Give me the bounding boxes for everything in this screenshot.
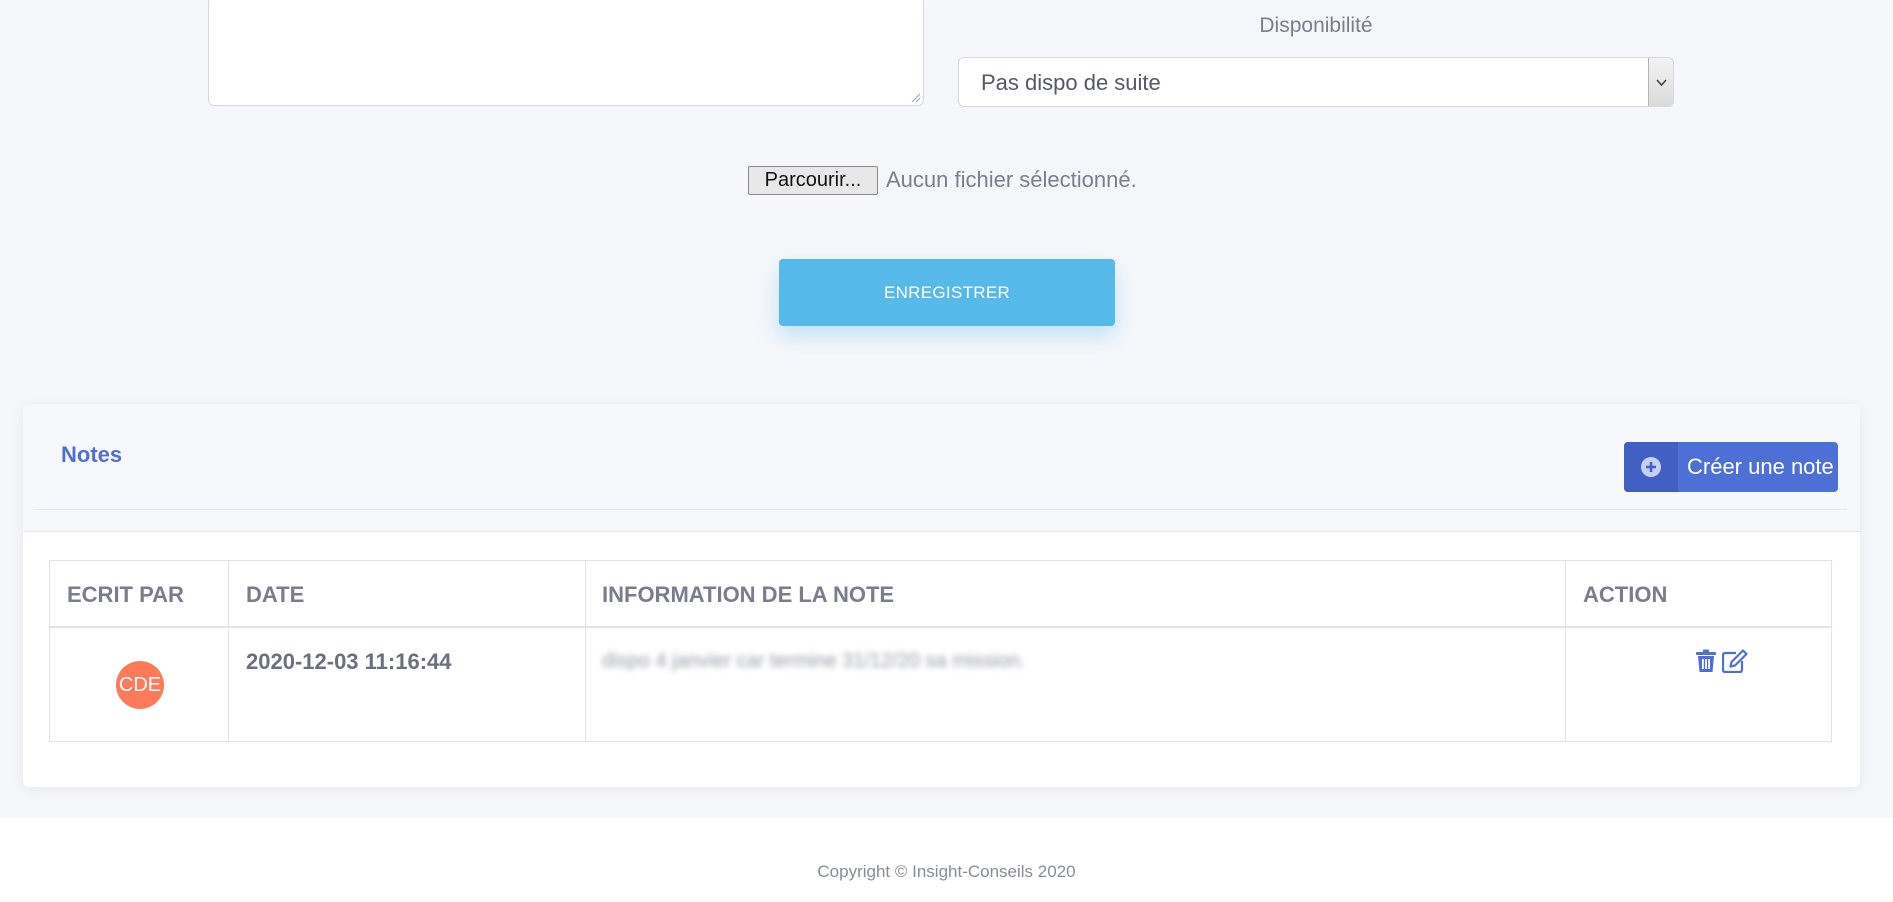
column-divider xyxy=(1565,561,1566,741)
availability-label: Disponibilité xyxy=(1259,14,1373,37)
notes-card: Notes Créer une note ECRIT PAR DATE INFO… xyxy=(23,404,1860,787)
availability-select[interactable]: Pas dispo de suite xyxy=(958,57,1674,107)
author-avatar: CDE xyxy=(116,661,164,709)
note-information: dispo 4 janvier car termine 31/12/20 sa … xyxy=(602,650,1026,672)
column-divider xyxy=(585,561,586,741)
column-header-action: ACTION xyxy=(1583,582,1668,607)
create-note-label: Créer une note xyxy=(1687,454,1834,479)
edit-icon[interactable] xyxy=(1722,649,1748,673)
trash-icon[interactable] xyxy=(1695,649,1717,673)
resize-grip-icon[interactable] xyxy=(910,92,920,102)
availability-selected-value: Pas dispo de suite xyxy=(981,70,1161,95)
column-divider xyxy=(228,561,229,741)
description-textarea[interactable] xyxy=(208,0,924,106)
header-divider xyxy=(35,509,1847,510)
chevron-down-icon xyxy=(1656,79,1667,87)
browse-file-button[interactable]: Parcourir... xyxy=(748,166,878,195)
create-note-button[interactable]: Créer une note xyxy=(1624,442,1838,492)
table-header-row: ECRIT PAR DATE INFORMATION DE LA NOTE AC… xyxy=(50,561,1831,628)
column-header-date: DATE xyxy=(246,582,305,607)
column-header-info: INFORMATION DE LA NOTE xyxy=(602,582,895,607)
notes-title: Notes xyxy=(61,442,123,467)
plus-circle-icon xyxy=(1641,457,1661,477)
create-note-icon-box xyxy=(1624,442,1678,492)
notes-card-header: Notes Créer une note xyxy=(23,404,1860,532)
column-header-author: ECRIT PAR xyxy=(67,582,184,607)
select-arrow-button[interactable] xyxy=(1648,58,1673,106)
copyright-text: Copyright © Insight-Conseils 2020 xyxy=(817,862,1076,881)
note-date: 2020-12-03 11:16:44 xyxy=(246,649,452,674)
footer: Copyright © Insight-Conseils 2020 xyxy=(0,818,1893,902)
save-button[interactable]: ENREGISTRER xyxy=(779,259,1115,326)
notes-table: ECRIT PAR DATE INFORMATION DE LA NOTE AC… xyxy=(49,560,1832,742)
file-status-text: Aucun fichier sélectionné. xyxy=(886,167,1137,192)
